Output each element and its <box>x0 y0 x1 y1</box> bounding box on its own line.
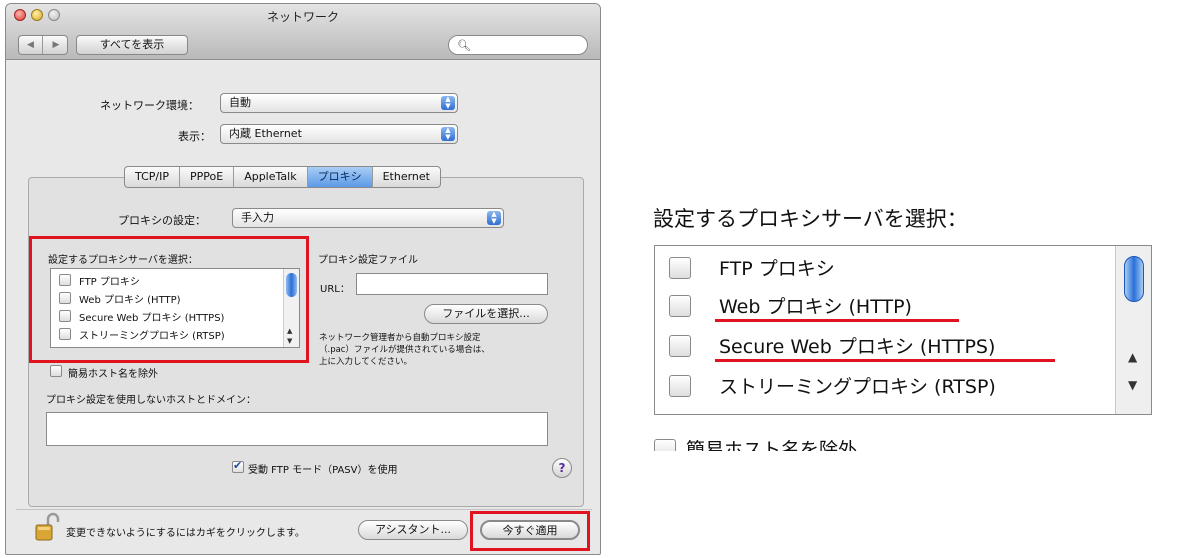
web-proxy-checkbox[interactable] <box>669 295 691 317</box>
web-proxy-checkbox[interactable] <box>59 292 71 304</box>
lock-icon[interactable] <box>34 512 60 542</box>
exclude-simple-label: 簡易ホスト名を除外 <box>68 369 158 380</box>
search-input[interactable]: 🔍︎ <box>448 35 588 55</box>
list-item-label: ストリーミングプロキシ (RTSP) <box>719 376 996 398</box>
ftp-proxy-checkbox[interactable] <box>669 257 691 279</box>
tab-appletalk[interactable]: AppleTalk <box>234 167 308 187</box>
pasv-checkbox[interactable] <box>232 459 244 473</box>
streaming-proxy-checkbox[interactable] <box>669 375 691 397</box>
proxy-setting-popup[interactable]: 手入力 ▲ ▼ <box>232 208 504 228</box>
exclude-simple-checkbox[interactable] <box>654 439 676 451</box>
scroll-thumb[interactable] <box>1124 256 1144 302</box>
location-label: ネットワーク環境： <box>100 99 199 112</box>
list-item[interactable]: FTP プロキシ <box>655 248 1115 286</box>
footer-divider <box>16 509 592 510</box>
underline-web-proxy <box>715 319 959 322</box>
list-item-label: ストリーミングプロキシ (RTSP) <box>79 331 225 342</box>
underline-secure-web-proxy <box>715 359 1055 362</box>
network-preferences-window: ネットワーク ◀ ▶ すべてを表示 🔍︎ ネットワーク環境： 自動 ▲ ▼ 表示：… <box>5 3 601 555</box>
apply-now-button[interactable]: 今すぐ適用 <box>480 520 580 540</box>
show-popup[interactable]: 内蔵 Ethernet ▲ ▼ <box>220 124 458 144</box>
secure-web-proxy-checkbox[interactable] <box>669 335 691 357</box>
streaming-proxy-checkbox[interactable] <box>59 328 71 340</box>
tab-pppoe[interactable]: PPPoE <box>180 167 235 187</box>
scroll-down-icon[interactable]: ▼ <box>1128 378 1137 392</box>
exclude-simple-label: 簡易ホスト名を除外 <box>686 439 858 451</box>
list-item[interactable]: Secure Web プロキシ (HTTPS) <box>51 307 281 325</box>
location-popup[interactable]: 自動 ▲ ▼ <box>220 93 458 113</box>
lock-text: 変更できないようにするにはカギをクリックします。 <box>66 528 305 539</box>
proxy-setting-value: 手入力 <box>241 211 274 224</box>
choose-file-button[interactable]: ファイルを選択... <box>424 304 548 324</box>
pasv-label: 受動 FTP モード（PASV）を使用 <box>248 465 398 476</box>
bypass-label: プロキシ設定を使用しないホストとドメイン： <box>46 395 256 406</box>
config-note-line2: （.pac）ファイルが提供されている場合は、 <box>319 345 490 355</box>
list-scrollbar[interactable]: ▲ ▼ <box>283 269 299 347</box>
server-select-label: 設定するプロキシサーバを選択： <box>48 255 198 266</box>
list-item[interactable]: Web プロキシ (HTTP) <box>51 289 281 307</box>
tab-proxy[interactable]: プロキシ <box>307 167 373 187</box>
help-button[interactable]: ? <box>552 458 572 478</box>
config-file-label: プロキシ設定ファイル <box>318 255 418 266</box>
popup-arrows-icon: ▲ ▼ <box>441 127 455 141</box>
show-all-button[interactable]: すべてを表示 <box>76 35 188 55</box>
list-item-label: FTP プロキシ <box>719 258 835 280</box>
list-item-label: Secure Web プロキシ (HTTPS) <box>719 336 996 358</box>
zoom-scrollbar[interactable]: ▲ ▼ <box>1115 246 1151 414</box>
ftp-proxy-checkbox[interactable] <box>59 274 71 286</box>
proxy-setting-label: プロキシの設定： <box>118 214 206 227</box>
nav-back-forward: ◀ ▶ <box>18 35 68 55</box>
zoom-server-list: FTP プロキシ Web プロキシ (HTTP) Secure Web プロキシ… <box>654 245 1152 415</box>
assistant-button[interactable]: アシスタント... <box>358 520 468 540</box>
url-label: URL： <box>320 284 350 295</box>
zoom-cut-row: 簡易ホスト名を除外 <box>654 429 1152 451</box>
scroll-thumb[interactable] <box>286 273 297 297</box>
forward-arrow-icon[interactable]: ▶ <box>44 36 68 54</box>
list-item[interactable]: FTP プロキシ <box>51 271 281 289</box>
show-label: 表示： <box>178 130 211 143</box>
list-item-label: FTP プロキシ <box>79 277 140 288</box>
zoom-title: 設定するプロキシサーバを選択： <box>653 207 968 231</box>
exclude-simple-checkbox[interactable] <box>50 365 62 377</box>
scroll-down-icon[interactable]: ▼ <box>287 337 292 345</box>
secure-web-proxy-checkbox[interactable] <box>59 310 71 322</box>
config-note-line1: ネットワーク管理者から自動プロキシ設定 <box>319 333 481 343</box>
list-item-label: Web プロキシ (HTTP) <box>79 295 181 306</box>
popup-arrows-icon: ▲ ▼ <box>487 211 501 225</box>
tab-ethernet[interactable]: Ethernet <box>373 167 440 187</box>
zoomed-proxy-list: 設定するプロキシサーバを選択： FTP プロキシ Web プロキシ (HTTP)… <box>637 195 1180 465</box>
tab-bar: TCP/IP PPPoE AppleTalk プロキシ Ethernet <box>124 166 441 188</box>
url-field[interactable] <box>356 273 548 295</box>
location-value: 自動 <box>229 96 251 109</box>
show-value: 内蔵 Ethernet <box>229 127 302 140</box>
list-item[interactable]: ストリーミングプロキシ (RTSP) <box>655 366 1115 404</box>
proxy-server-list: FTP プロキシ Web プロキシ (HTTP) Secure Web プロキシ… <box>50 268 300 348</box>
magnifier-icon: 🔍︎ <box>457 39 471 52</box>
list-item[interactable]: ストリーミングプロキシ (RTSP) <box>51 325 281 343</box>
scroll-up-icon[interactable]: ▲ <box>1128 350 1137 364</box>
scroll-up-icon[interactable]: ▲ <box>287 327 292 335</box>
title-bar: ネットワーク ◀ ▶ すべてを表示 🔍︎ <box>6 4 600 60</box>
window-title: ネットワーク <box>266 10 339 24</box>
back-arrow-icon[interactable]: ◀ <box>19 36 43 54</box>
list-item-label: Secure Web プロキシ (HTTPS) <box>79 313 225 324</box>
popup-arrows-icon: ▲ ▼ <box>441 96 455 110</box>
bypass-hosts-field[interactable] <box>46 412 548 446</box>
config-note-line3: 上に入力してください。 <box>319 357 412 367</box>
tab-tcpip[interactable]: TCP/IP <box>125 167 180 187</box>
list-item-label: Web プロキシ (HTTP) <box>719 296 912 318</box>
